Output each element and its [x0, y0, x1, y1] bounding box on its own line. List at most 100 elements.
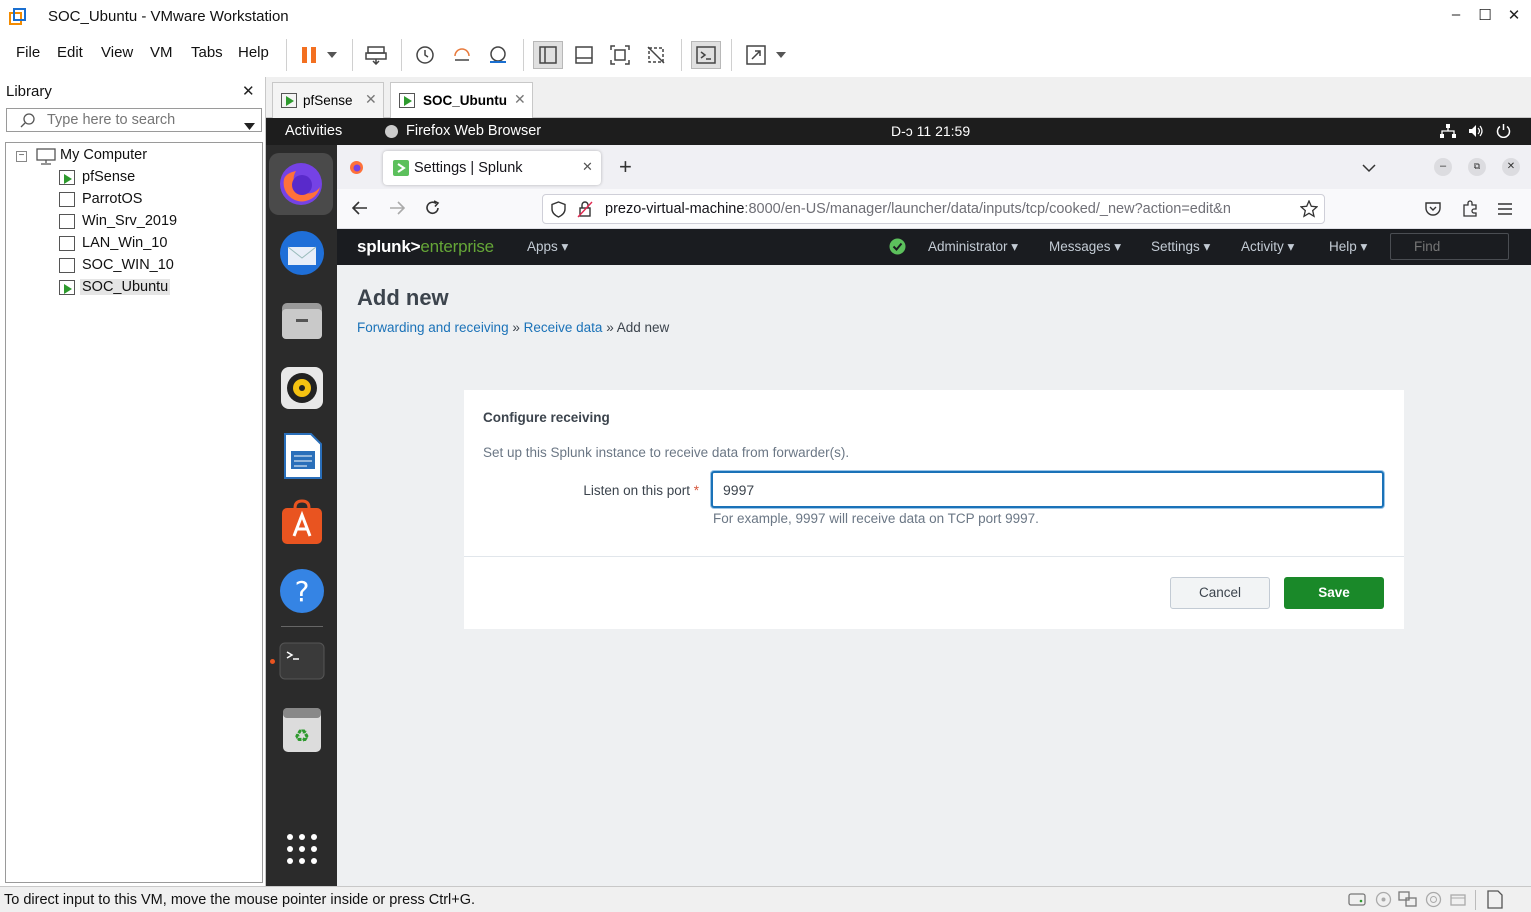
- extensions-icon[interactable]: [1462, 200, 1478, 220]
- menu-edit[interactable]: Edit: [57, 44, 83, 61]
- snapshot-manager-icon[interactable]: [483, 41, 513, 69]
- library-search-input[interactable]: [47, 111, 232, 129]
- volume-icon[interactable]: [1468, 124, 1484, 141]
- menu-vm[interactable]: VM: [150, 44, 173, 61]
- activities-button[interactable]: Activities: [285, 123, 342, 139]
- maximize-button[interactable]: ☐: [1470, 6, 1500, 24]
- messages-menu[interactable]: Messages ▾: [1049, 239, 1121, 255]
- url-text[interactable]: prezo-virtual-machine:8000/en-US/manager…: [605, 201, 1291, 217]
- administrator-menu[interactable]: Administrator ▾: [928, 239, 1018, 255]
- tree-vm-soc-win-10[interactable]: SOC_WIN_10: [82, 257, 174, 273]
- thumbnail-bar-icon[interactable]: [569, 41, 599, 69]
- health-ok-icon[interactable]: [889, 238, 906, 258]
- tree-vm-parrotos[interactable]: ParrotOS: [82, 191, 142, 207]
- dock-ubuntu-software[interactable]: [277, 498, 327, 548]
- library-close-button[interactable]: ✕: [242, 82, 255, 100]
- list-tabs-icon[interactable]: [1362, 160, 1376, 176]
- menu-file[interactable]: File: [16, 44, 40, 61]
- snapshot-icon[interactable]: [410, 41, 440, 69]
- insecure-lock-icon[interactable]: [577, 201, 593, 221]
- cancel-button[interactable]: Cancel: [1170, 577, 1270, 609]
- firefox-view-icon[interactable]: [349, 160, 364, 178]
- menu-help[interactable]: Help: [238, 44, 269, 61]
- settings-menu[interactable]: Settings ▾: [1151, 239, 1210, 255]
- shield-icon[interactable]: [551, 201, 566, 221]
- dock-thunderbird[interactable]: [277, 228, 327, 278]
- back-icon[interactable]: [351, 201, 368, 218]
- ff-restore-button[interactable]: ⧉: [1468, 158, 1486, 176]
- chevron-down-icon[interactable]: [320, 41, 344, 69]
- network-icon[interactable]: [1440, 124, 1456, 141]
- tab-soc-ubuntu[interactable]: SOC_Ubuntu ✕: [390, 82, 533, 119]
- menu-tabs[interactable]: Tabs: [191, 44, 223, 61]
- dock-terminal[interactable]: [277, 636, 327, 686]
- vm-icon: [59, 192, 75, 207]
- splunk-logo[interactable]: splunk>enterprise: [357, 237, 494, 257]
- ff-close-button[interactable]: ✕: [1502, 158, 1520, 176]
- close-icon[interactable]: ✕: [365, 91, 377, 108]
- usb-icon[interactable]: [1425, 891, 1442, 911]
- dock-trash[interactable]: ♻: [277, 705, 327, 755]
- hamburger-menu-icon[interactable]: [1498, 202, 1512, 218]
- printer-icon[interactable]: [1449, 891, 1467, 911]
- port-input[interactable]: [711, 471, 1384, 508]
- forward-icon[interactable]: [389, 201, 406, 218]
- help-menu[interactable]: Help ▾: [1329, 239, 1367, 255]
- url-bar[interactable]: prezo-virtual-machine:8000/en-US/manager…: [542, 194, 1325, 224]
- tree-vm-lan-win-10[interactable]: LAN_Win_10: [82, 235, 167, 251]
- tree-my-computer[interactable]: My Computer: [60, 147, 147, 163]
- message-log-icon[interactable]: [1486, 890, 1504, 912]
- breadcrumb-receive-data-link[interactable]: Receive data: [524, 320, 603, 335]
- tab-pfsense[interactable]: pfSense ✕: [272, 82, 384, 118]
- apps-menu[interactable]: Apps ▾: [527, 239, 568, 255]
- show-library-icon[interactable]: [533, 41, 563, 69]
- send-ctrl-alt-del-icon[interactable]: [361, 41, 391, 69]
- tree-vm-win-srv-2019[interactable]: Win_Srv_2019: [82, 213, 177, 229]
- vm-icon: [59, 258, 75, 273]
- breadcrumb-forwarding-link[interactable]: Forwarding and receiving: [357, 320, 509, 335]
- dock-libreoffice-writer[interactable]: [277, 431, 327, 481]
- save-button[interactable]: Save: [1284, 577, 1384, 609]
- hard-disk-icon[interactable]: [1348, 891, 1366, 910]
- breadcrumb-separator: »: [606, 320, 614, 335]
- network-adapter-icon[interactable]: [1398, 891, 1418, 911]
- app-menu[interactable]: Firefox Web Browser: [406, 123, 541, 139]
- show-apps-icon[interactable]: [286, 833, 318, 868]
- reload-icon[interactable]: [425, 200, 441, 219]
- chevron-down-icon[interactable]: [244, 117, 255, 133]
- collapse-toggle[interactable]: −: [16, 151, 27, 162]
- close-button[interactable]: ✕: [1499, 6, 1529, 24]
- stretch-guest-icon[interactable]: [741, 41, 771, 69]
- console-view-icon[interactable]: [691, 41, 721, 69]
- dock-files[interactable]: [277, 295, 327, 345]
- dock-firefox[interactable]: [269, 153, 333, 215]
- power-icon[interactable]: [1496, 123, 1511, 141]
- ff-minimize-button[interactable]: –: [1434, 158, 1452, 176]
- breadcrumb: Forwarding and receiving » Receive data …: [357, 320, 669, 335]
- browser-tab-splunk[interactable]: Settings | Splunk ✕: [383, 151, 601, 185]
- cd-dvd-icon[interactable]: [1375, 891, 1392, 911]
- find-input[interactable]: [1390, 233, 1509, 260]
- dock-rhythmbox[interactable]: [277, 363, 327, 413]
- menu-view[interactable]: View: [101, 44, 133, 61]
- library-search[interactable]: [6, 108, 262, 132]
- revert-snapshot-icon[interactable]: [447, 41, 477, 69]
- pocket-icon[interactable]: [1425, 201, 1441, 219]
- window-titlebar: SOC_Ubuntu - VMware Workstation – ☐ ✕: [0, 0, 1531, 33]
- chevron-down-icon[interactable]: [769, 41, 793, 69]
- close-icon[interactable]: ✕: [514, 91, 526, 108]
- menu-toolbar: File Edit View VM Tabs Help: [0, 33, 1531, 77]
- tree-vm-soc-ubuntu[interactable]: SOC_Ubuntu: [80, 279, 171, 295]
- full-screen-icon[interactable]: [605, 41, 635, 69]
- close-icon[interactable]: ✕: [582, 159, 593, 175]
- bookmark-star-icon[interactable]: [1299, 199, 1319, 221]
- activity-menu[interactable]: Activity ▾: [1241, 239, 1294, 255]
- required-marker: *: [693, 483, 699, 498]
- tree-vm-pfsense[interactable]: pfSense: [82, 169, 135, 185]
- minimize-button[interactable]: –: [1441, 6, 1471, 23]
- unity-mode-icon[interactable]: [641, 41, 671, 69]
- dock-help[interactable]: ?: [277, 566, 327, 616]
- clock[interactable]: D-ɔ 11 21:59: [891, 123, 970, 139]
- new-tab-button[interactable]: +: [619, 154, 632, 180]
- library-tree: − My Computer: [5, 142, 263, 883]
